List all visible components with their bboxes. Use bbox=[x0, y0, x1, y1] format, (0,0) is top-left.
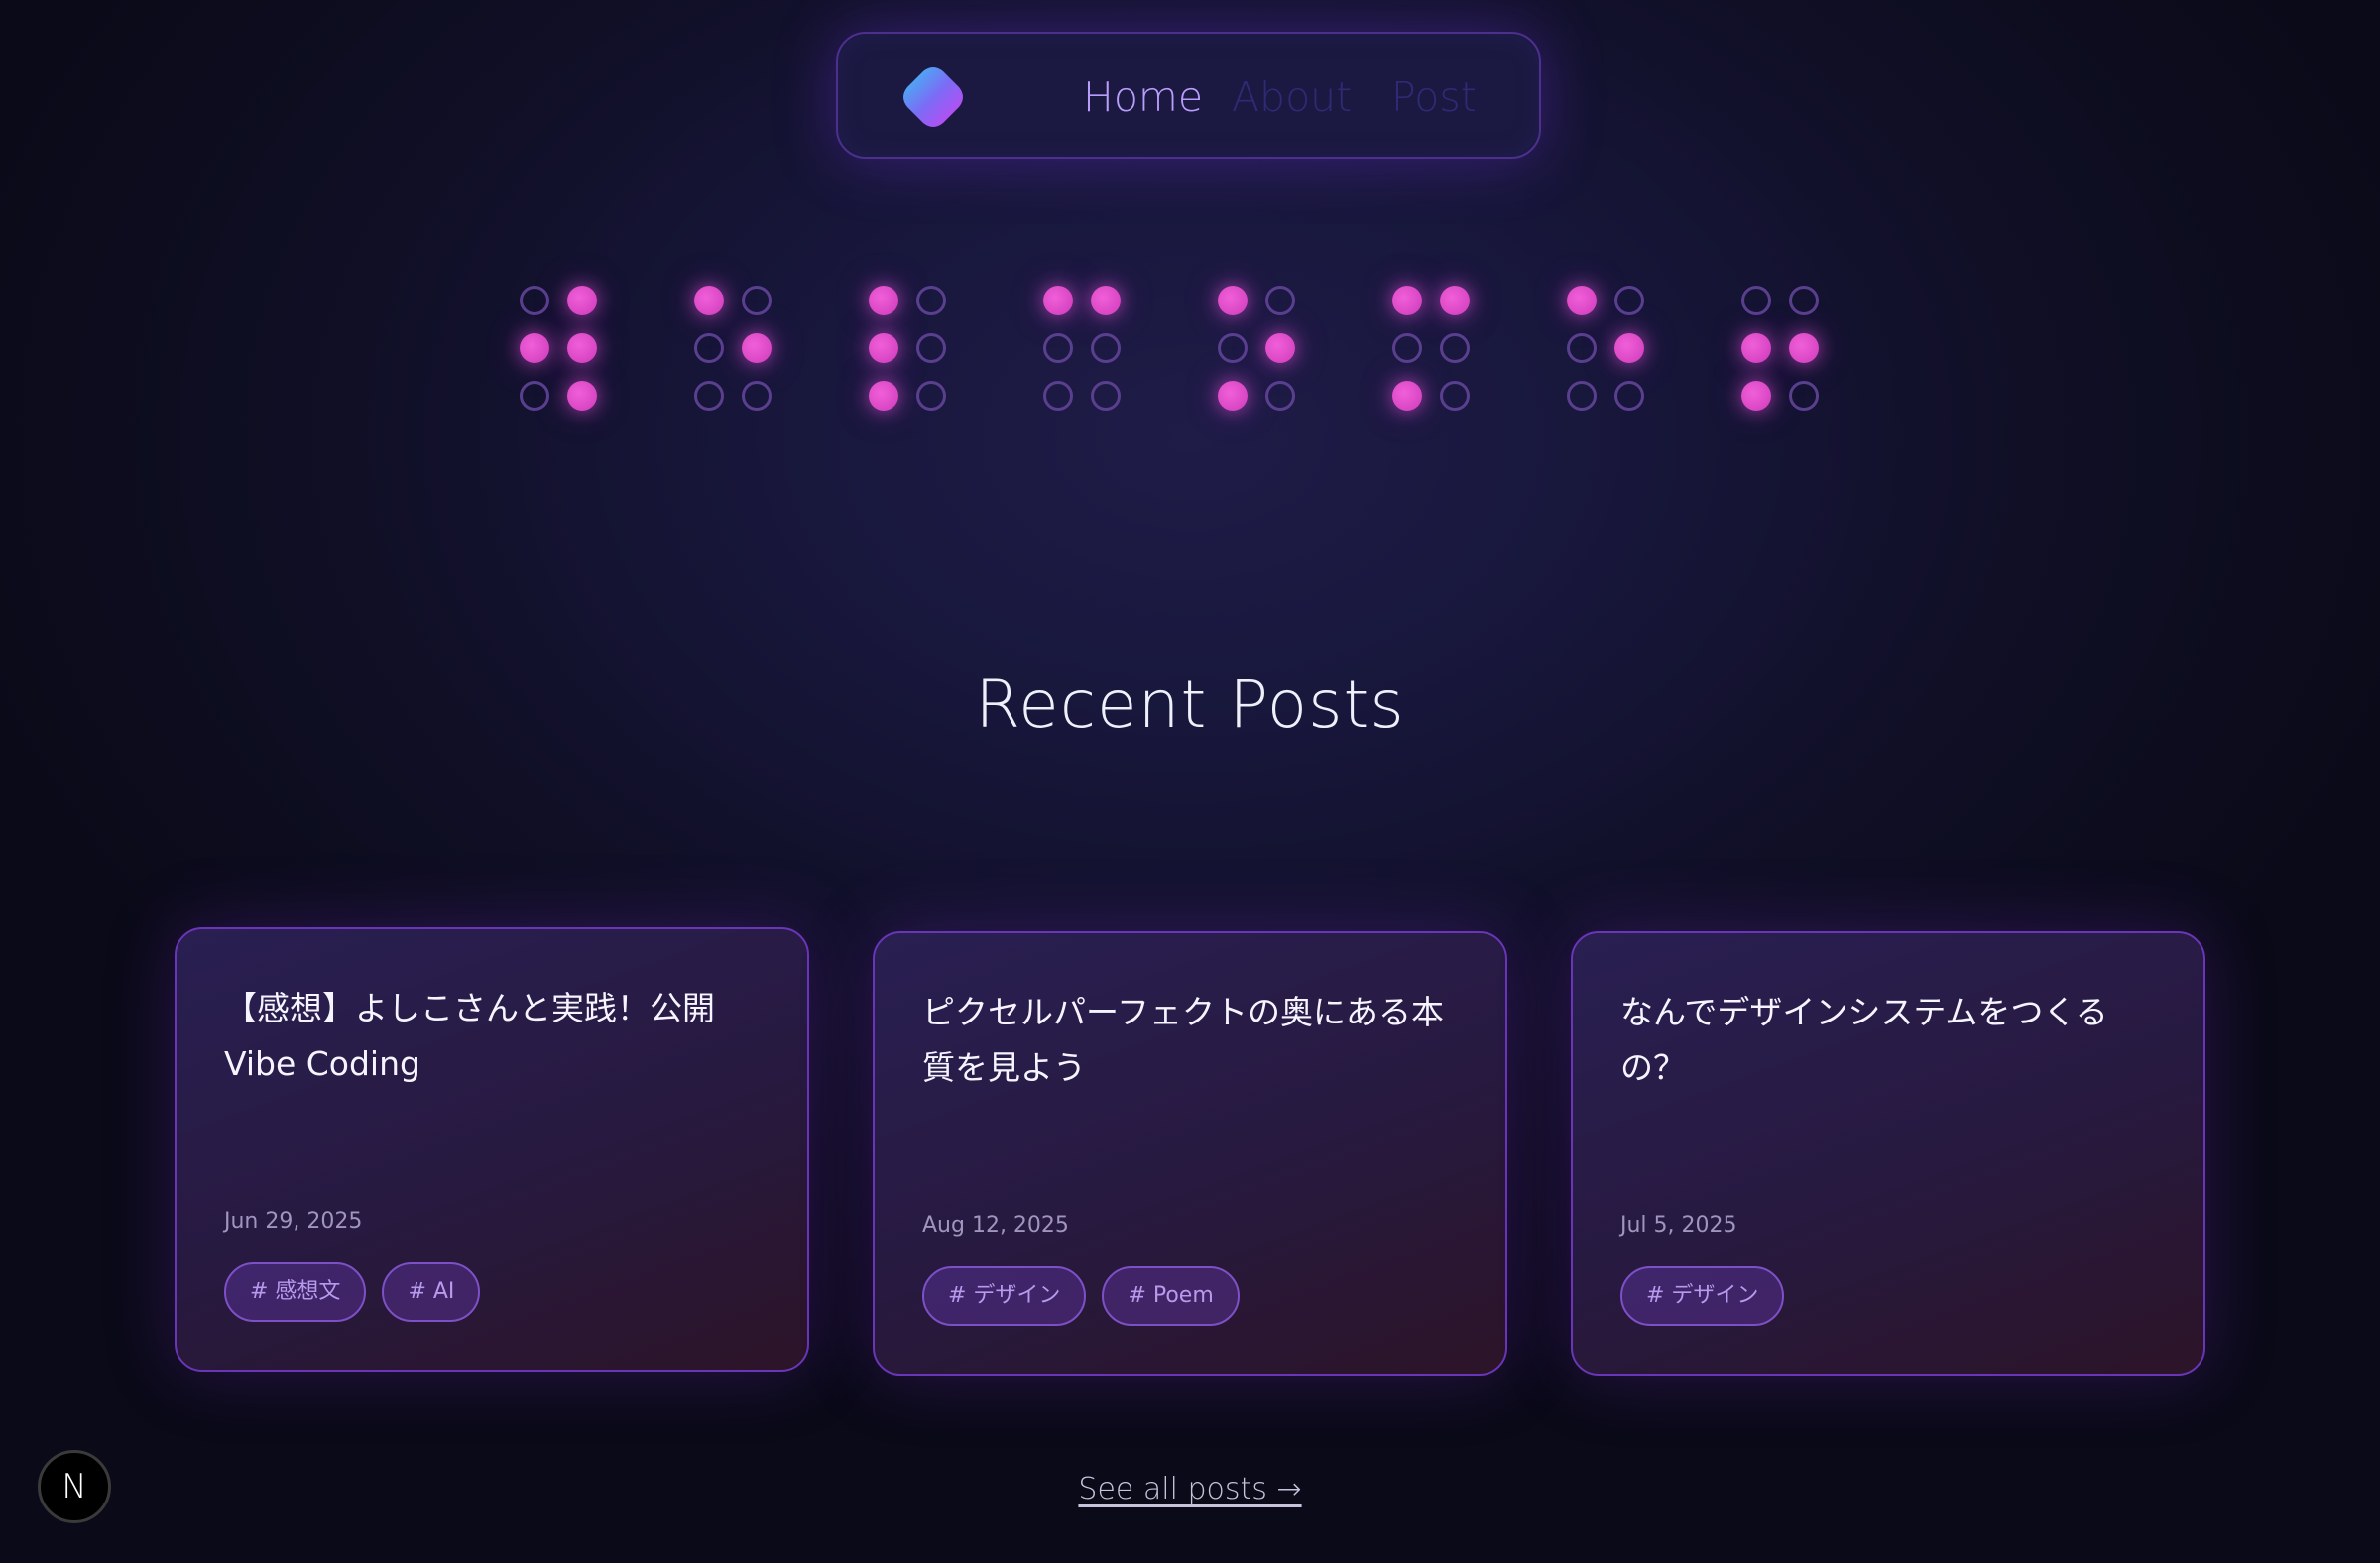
filled-dot bbox=[1440, 286, 1470, 315]
empty-dot bbox=[1440, 381, 1470, 411]
post-tags: # 感想文 # AI bbox=[224, 1262, 481, 1322]
braille-cell bbox=[1218, 286, 1297, 411]
braille-cell bbox=[1043, 286, 1123, 411]
post-title[interactable]: なんでデザインシステムをつくるの？ bbox=[1620, 985, 2156, 1096]
empty-dot bbox=[742, 286, 772, 315]
empty-dot bbox=[916, 381, 946, 411]
filled-dot bbox=[1043, 286, 1073, 315]
tag-badge[interactable]: # Poem bbox=[1102, 1266, 1240, 1326]
braille-cell bbox=[869, 286, 948, 411]
filled-dot bbox=[869, 381, 898, 411]
tag-badge[interactable]: # デザイン bbox=[922, 1266, 1087, 1326]
empty-dot bbox=[1789, 381, 1819, 411]
braille-cell bbox=[520, 286, 599, 411]
empty-dot bbox=[1043, 381, 1073, 411]
filled-dot bbox=[1392, 286, 1422, 315]
braille-dot-pattern bbox=[520, 286, 1829, 424]
nav-about-link[interactable]: About bbox=[1232, 77, 1352, 118]
nextjs-dev-indicator-icon[interactable]: N bbox=[38, 1450, 111, 1523]
top-navigation: Home About Post bbox=[836, 32, 1541, 159]
filled-dot bbox=[1218, 286, 1248, 315]
see-all-posts-link[interactable]: See all posts → bbox=[1078, 1472, 1301, 1506]
filled-dot bbox=[567, 333, 597, 363]
empty-dot bbox=[1741, 286, 1771, 315]
filled-dot bbox=[1789, 333, 1819, 363]
filled-dot bbox=[1265, 333, 1295, 363]
filled-dot bbox=[869, 286, 898, 315]
post-date: Jul 5, 2025 bbox=[1620, 1213, 1737, 1238]
filled-dot bbox=[1091, 286, 1121, 315]
logo-icon[interactable] bbox=[901, 65, 965, 129]
nav-home-link[interactable]: Home bbox=[1083, 77, 1203, 118]
filled-dot bbox=[1218, 381, 1248, 411]
empty-dot bbox=[694, 381, 724, 411]
post-date: Aug 12, 2025 bbox=[922, 1213, 1069, 1238]
empty-dot bbox=[1567, 381, 1597, 411]
filled-dot bbox=[567, 381, 597, 411]
filled-dot bbox=[1614, 333, 1644, 363]
braille-cell bbox=[1392, 286, 1472, 411]
tag-badge[interactable]: # AI bbox=[382, 1262, 481, 1322]
post-card[interactable]: ピクセルパーフェクトの奥にある本質を見よう Aug 12, 2025 # デザイ… bbox=[873, 931, 1507, 1376]
nav-post-link[interactable]: Post bbox=[1391, 77, 1477, 118]
empty-dot bbox=[1614, 381, 1644, 411]
post-title[interactable]: 【感想】よしこさんと実践！公開Vibe Coding bbox=[224, 981, 760, 1092]
empty-dot bbox=[1091, 333, 1121, 363]
empty-dot bbox=[1614, 286, 1644, 315]
empty-dot bbox=[520, 381, 549, 411]
filled-dot bbox=[520, 333, 549, 363]
post-date: Jun 29, 2025 bbox=[224, 1209, 363, 1234]
filled-dot bbox=[694, 286, 724, 315]
braille-cell bbox=[1567, 286, 1646, 411]
post-tags: # デザイン bbox=[1620, 1266, 1785, 1326]
empty-dot bbox=[742, 381, 772, 411]
empty-dot bbox=[916, 286, 946, 315]
filled-dot bbox=[1567, 286, 1597, 315]
empty-dot bbox=[694, 333, 724, 363]
filled-dot bbox=[742, 333, 772, 363]
braille-cell bbox=[1741, 286, 1821, 411]
post-tags: # デザイン # Poem bbox=[922, 1266, 1240, 1326]
empty-dot bbox=[1440, 333, 1470, 363]
filled-dot bbox=[869, 333, 898, 363]
filled-dot bbox=[1392, 381, 1422, 411]
filled-dot bbox=[1741, 381, 1771, 411]
empty-dot bbox=[1392, 333, 1422, 363]
tag-badge[interactable]: # 感想文 bbox=[224, 1262, 367, 1322]
post-card[interactable]: 【感想】よしこさんと実践！公開Vibe Coding Jun 29, 2025 … bbox=[175, 927, 809, 1372]
empty-dot bbox=[1789, 286, 1819, 315]
post-title[interactable]: ピクセルパーフェクトの奥にある本質を見よう bbox=[922, 985, 1458, 1096]
tag-badge[interactable]: # デザイン bbox=[1620, 1266, 1785, 1326]
empty-dot bbox=[916, 333, 946, 363]
empty-dot bbox=[520, 286, 549, 315]
section-title: Recent Posts bbox=[975, 666, 1405, 743]
braille-cell bbox=[694, 286, 774, 411]
empty-dot bbox=[1265, 381, 1295, 411]
post-card[interactable]: なんでデザインシステムをつくるの？ Jul 5, 2025 # デザイン bbox=[1571, 931, 2205, 1376]
empty-dot bbox=[1218, 333, 1248, 363]
empty-dot bbox=[1091, 381, 1121, 411]
empty-dot bbox=[1567, 333, 1597, 363]
filled-dot bbox=[567, 286, 597, 315]
filled-dot bbox=[1741, 333, 1771, 363]
see-all-container: See all posts → bbox=[0, 1472, 2380, 1506]
empty-dot bbox=[1043, 333, 1073, 363]
empty-dot bbox=[1265, 286, 1295, 315]
